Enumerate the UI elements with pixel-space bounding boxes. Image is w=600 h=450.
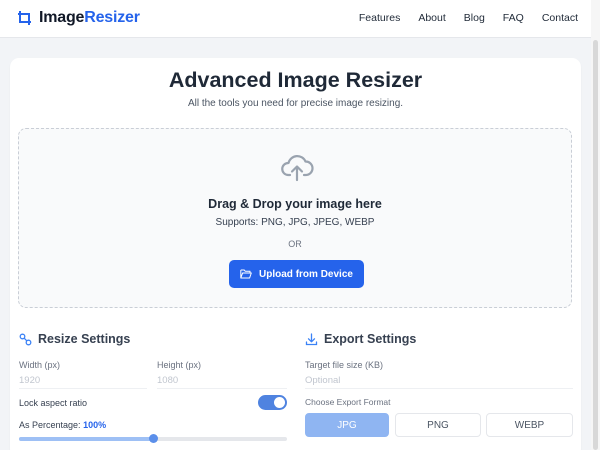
height-label: Height (px) (157, 360, 202, 370)
dropzone-formats: Supports: PNG, JPG, JPEG, WEBP (215, 217, 375, 228)
dropzone-or: OR (288, 239, 302, 249)
nav-features[interactable]: Features (359, 12, 400, 24)
format-png-button[interactable]: PNG (395, 413, 481, 437)
download-icon (305, 332, 318, 345)
format-jpg-button[interactable]: JPG (305, 413, 389, 437)
export-format-label: Choose Export Format (305, 397, 391, 407)
cloud-upload-icon (281, 155, 314, 182)
page-scrollbar[interactable] (591, 0, 600, 450)
scrollbar-thumb[interactable] (593, 40, 598, 450)
top-nav-bar: ImageResizer Features About Blog FAQ Con… (0, 0, 600, 38)
main-nav: Features About Blog FAQ Contact (359, 12, 578, 24)
upload-button-label: Upload from Device (259, 268, 353, 280)
brand-name-part2: Resizer (84, 9, 140, 26)
page-title: Advanced Image Resizer (168, 68, 423, 92)
slider-thumb[interactable] (149, 434, 158, 443)
width-label: Width (px) (19, 360, 61, 370)
nav-contact[interactable]: Contact (542, 12, 578, 24)
resize-settings-title: Resize Settings (19, 332, 130, 346)
percentage-label: As Percentage: 100% (19, 420, 106, 430)
width-input[interactable] (19, 372, 147, 389)
dropzone-title: Drag & Drop your image here (208, 197, 382, 211)
percentage-slider[interactable] (19, 434, 287, 443)
target-size-input[interactable] (305, 372, 573, 389)
nav-faq[interactable]: FAQ (503, 12, 524, 24)
lock-aspect-toggle[interactable] (258, 395, 287, 410)
percentage-value: 100% (83, 420, 107, 430)
toggle-knob (274, 397, 285, 408)
export-settings-title: Export Settings (305, 332, 416, 346)
brand-logo[interactable]: ImageResizer (17, 9, 140, 27)
resizer-card: Advanced Image Resizer All the tools you… (10, 58, 581, 450)
brand-name-part1: Image (39, 9, 85, 26)
slider-fill (19, 437, 153, 441)
percentage-label-text: As Percentage: (19, 420, 81, 430)
height-input[interactable] (157, 372, 287, 389)
format-webp-button[interactable]: WEBP (486, 413, 573, 437)
target-size-label: Target file size (KB) (305, 360, 384, 370)
lock-aspect-label: Lock aspect ratio (19, 398, 88, 408)
export-settings-label: Export Settings (324, 332, 417, 346)
folder-open-icon (240, 269, 252, 279)
dropzone[interactable]: Drag & Drop your image here Supports: PN… (18, 128, 572, 308)
crop-frame-icon (18, 11, 31, 25)
page-subtitle: All the tools you need for precise image… (187, 98, 404, 109)
nav-about[interactable]: About (418, 12, 445, 24)
resize-settings-label: Resize Settings (38, 332, 131, 346)
brand-name: ImageResizer (39, 9, 140, 27)
upload-button[interactable]: Upload from Device (229, 260, 364, 288)
link-icon (19, 333, 32, 345)
nav-blog[interactable]: Blog (464, 12, 485, 24)
